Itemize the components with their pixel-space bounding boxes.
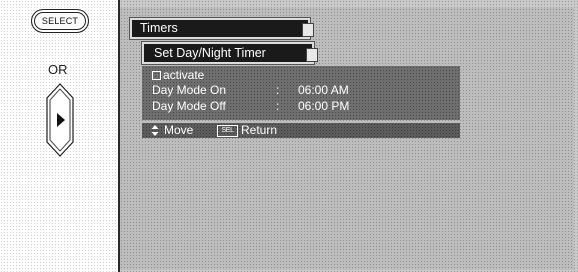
screenshot: SELECT OR Timers Set Day/Night Timer act…	[0, 0, 578, 272]
day-mode-off-separator: :	[276, 99, 280, 113]
return-hint-label: Return	[241, 123, 278, 137]
day-mode-on-separator: :	[276, 83, 280, 97]
activate-label: activate	[163, 68, 205, 82]
timer-settings-panel: activate Day Mode On : 06:00 AM Day Mode…	[142, 66, 460, 120]
day-mode-off-row[interactable]: Day Mode Off : 06:00 PM	[152, 99, 452, 113]
or-label: OR	[48, 62, 68, 77]
day-mode-off-label: Day Mode Off	[152, 99, 226, 113]
menu-title: Timers	[140, 21, 178, 35]
day-mode-on-label: Day Mode On	[152, 83, 227, 97]
menu-title-bar: Timers	[130, 18, 314, 39]
day-mode-off-value[interactable]: 06:00 PM	[298, 99, 349, 113]
activate-checkbox[interactable]	[152, 71, 161, 80]
day-mode-on-row[interactable]: Day Mode On : 06:00 AM	[152, 83, 452, 97]
tv-screen: Timers Set Day/Night Timer activate Day …	[120, 0, 578, 272]
dpad-right-button[interactable]	[45, 82, 75, 158]
submenu-title: Set Day/Night Timer	[154, 46, 266, 60]
navigation-hint-bar: Move SEL Return	[142, 123, 460, 138]
move-hint-label: Move	[164, 123, 194, 137]
remote-control-panel: SELECT OR	[0, 0, 120, 272]
sel-key-icon: SEL	[217, 125, 238, 137]
select-button-label: SELECT	[41, 16, 79, 26]
select-button[interactable]: SELECT	[31, 9, 89, 33]
submenu-title-bar[interactable]: Set Day/Night Timer	[142, 42, 318, 64]
submenu-tab-icon	[306, 48, 318, 62]
day-mode-on-value[interactable]: 06:00 AM	[298, 83, 349, 97]
title-tab-icon	[302, 23, 314, 37]
up-down-arrows-icon	[151, 125, 159, 136]
